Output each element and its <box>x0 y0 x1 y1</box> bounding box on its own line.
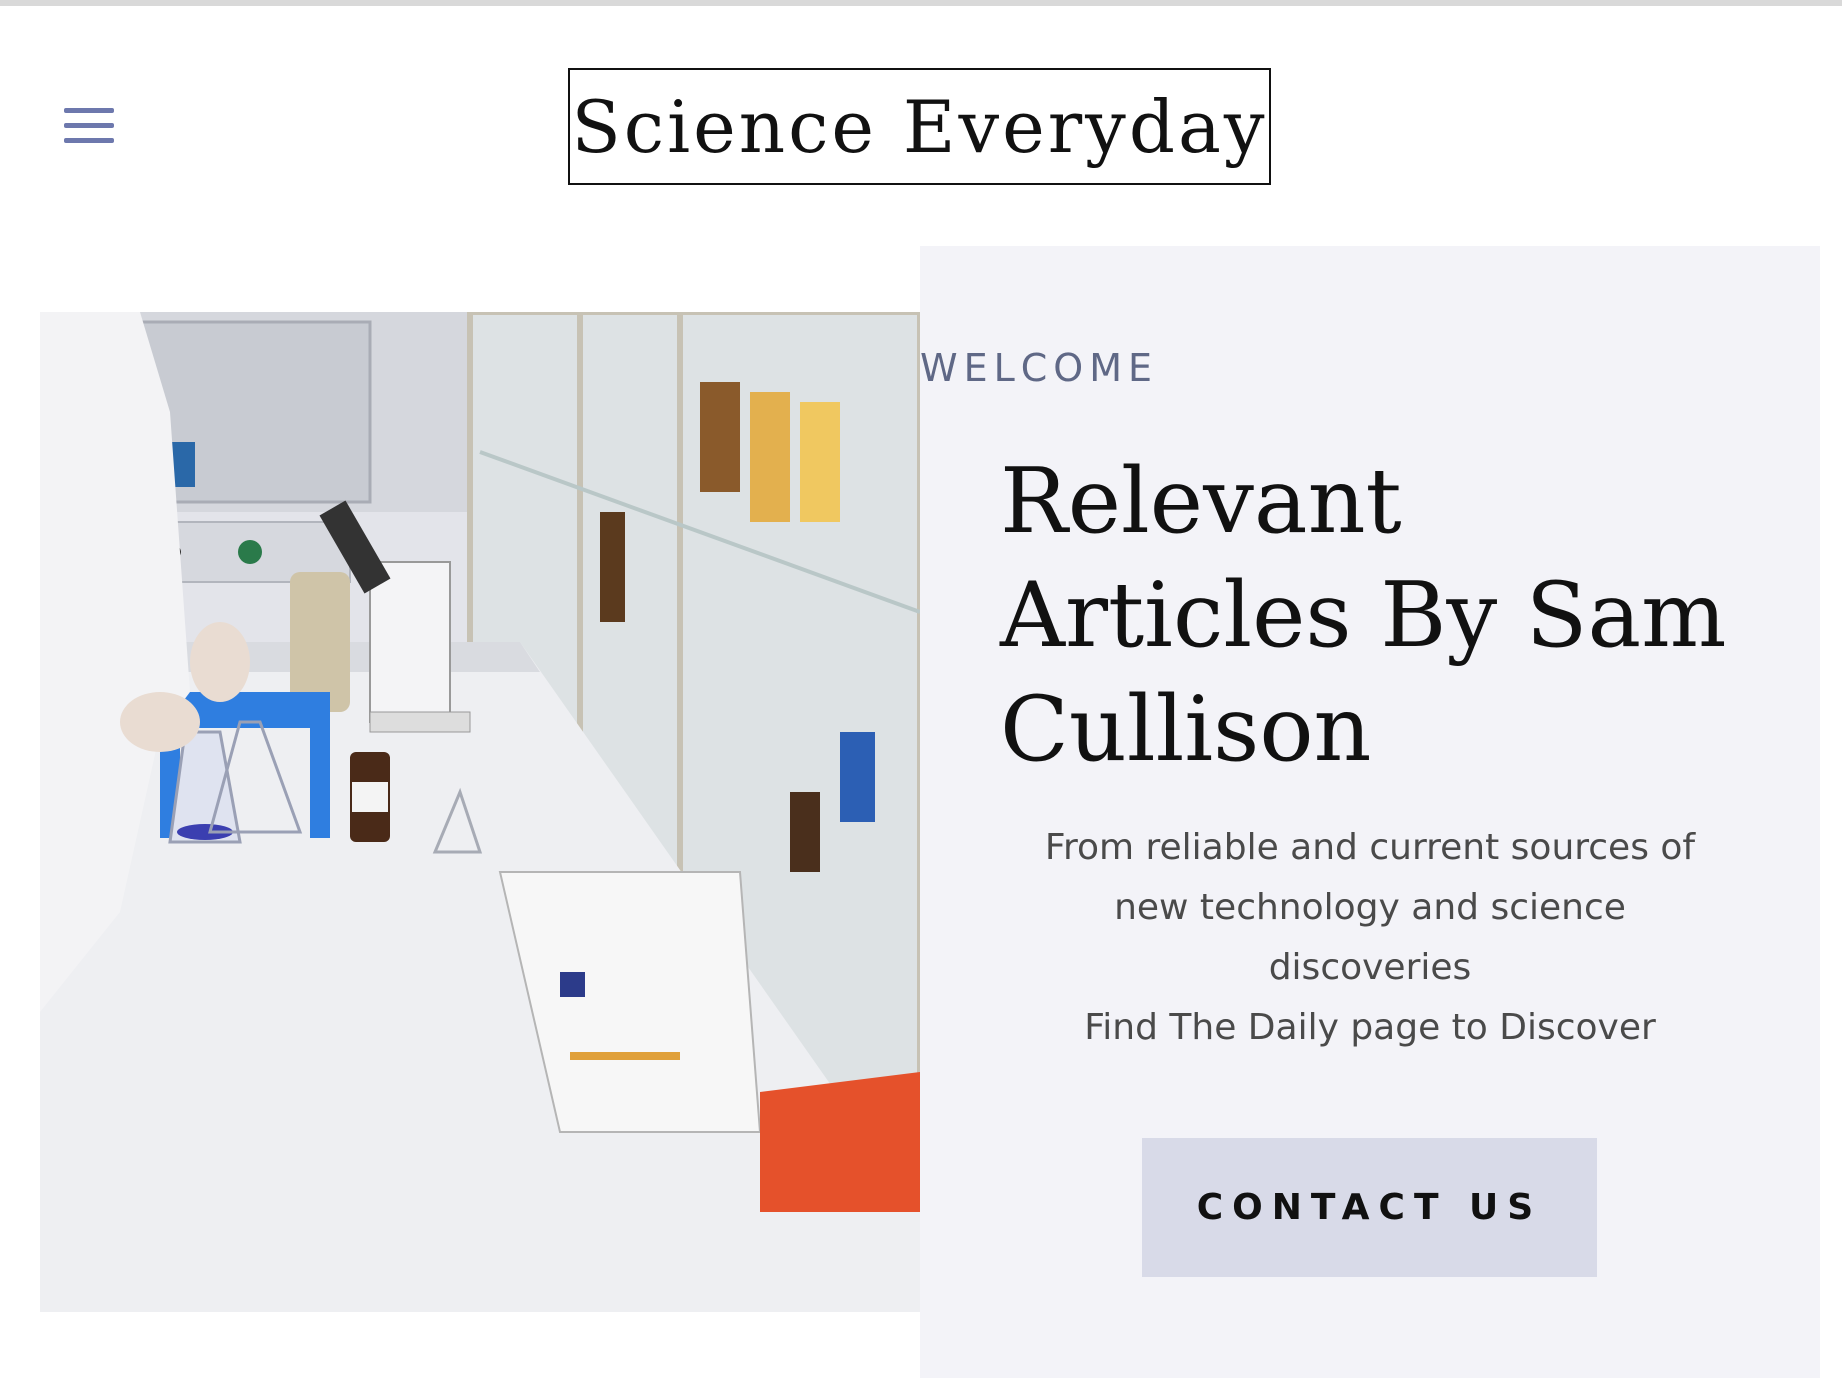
welcome-eyebrow: WELCOME <box>920 346 1158 390</box>
contact-us-button[interactable]: CONTACT US <box>1142 1138 1597 1277</box>
lab-illustration <box>40 312 920 1312</box>
description-line: Find The Daily page to Discover <box>1084 1007 1656 1048</box>
top-border <box>0 0 1842 6</box>
menu-bar <box>64 138 114 143</box>
menu-bar <box>64 123 114 128</box>
hamburger-menu-icon[interactable] <box>64 106 114 146</box>
hero-description: From reliable and current sources of new… <box>1020 818 1720 1058</box>
hero-image-laboratory <box>40 312 920 1312</box>
site-logo[interactable]: Science Everyday <box>568 68 1271 185</box>
description-line: From reliable and current sources of new… <box>1044 827 1696 988</box>
hero-headline: Relevant Articles By Sam Cullison <box>1000 449 1727 782</box>
menu-bar <box>64 108 114 113</box>
